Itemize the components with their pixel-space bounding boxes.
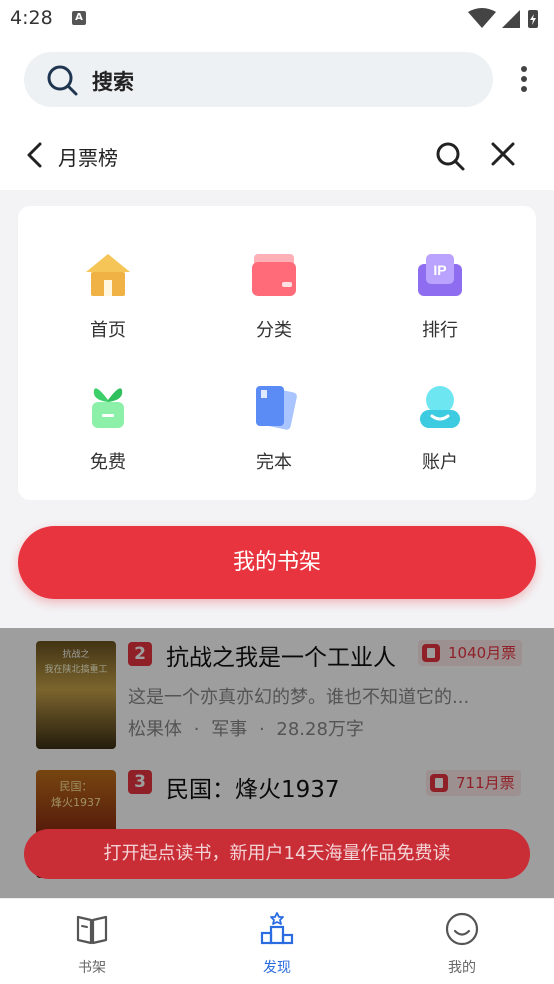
page-title: 月票榜 [58,146,118,170]
free-icon [92,388,124,428]
status-time: 4:28 [10,7,53,29]
menu-label: 账户 [422,452,458,473]
menu-item-account[interactable]: 账户 [370,382,510,492]
tab-bookshelf[interactable]: 书架 [42,911,142,977]
signal-icon [502,10,520,28]
search-icon [47,65,78,96]
tab-label: 发现 [263,960,291,976]
menu-item-completed[interactable]: 完本 [204,382,344,492]
tab-profile[interactable]: 我的 [412,911,512,977]
tab-label: 书架 [78,960,106,976]
menu-item-ranking[interactable]: IP 排行 [370,250,510,360]
menu-item-category[interactable]: 分类 [204,250,344,360]
completed-icon [256,386,297,430]
search-input[interactable]: 搜索 [24,52,493,107]
back-arrow-icon[interactable] [24,140,46,170]
home-icon [86,254,130,296]
category-icon [252,254,296,296]
bookshelf-icon [76,915,108,945]
menu-label: 完本 [256,452,292,473]
promo-banner[interactable]: 打开起点读书，新用户14天海量作品免费读 [24,829,530,879]
discover-icon [260,912,294,945]
svg-text:IP: IP [433,262,446,278]
tab-label: 我的 [448,960,476,976]
bottom-tab-bar: 书架 发现 我的 [0,898,554,984]
search-icon[interactable] [434,140,466,172]
profile-icon [445,912,479,946]
search-placeholder: 搜索 [92,70,134,94]
wifi-icon [468,8,496,28]
browser-search-row: 搜索 [0,38,554,120]
close-icon[interactable] [490,141,516,167]
status-icons [468,8,538,28]
status-bar: 4:28 A [0,0,554,38]
tab-discover[interactable]: 发现 [227,911,327,977]
menu-label: 分类 [256,320,292,341]
account-icon [420,386,460,428]
menu-item-free[interactable]: 免费 [38,382,178,492]
notification-icon: A [72,11,86,25]
ranking-icon: IP [418,254,462,296]
menu-label: 排行 [422,320,458,341]
more-options-icon[interactable] [520,66,528,94]
page-header: 月票榜 [0,120,554,190]
menu-grid: 首页 分类 IP 排行 免费 完本 账户 [18,206,536,500]
menu-label: 免费 [90,452,126,473]
menu-label: 首页 [90,320,126,341]
menu-item-home[interactable]: 首页 [38,250,178,360]
my-bookshelf-button[interactable]: 我的书架 [18,526,536,599]
